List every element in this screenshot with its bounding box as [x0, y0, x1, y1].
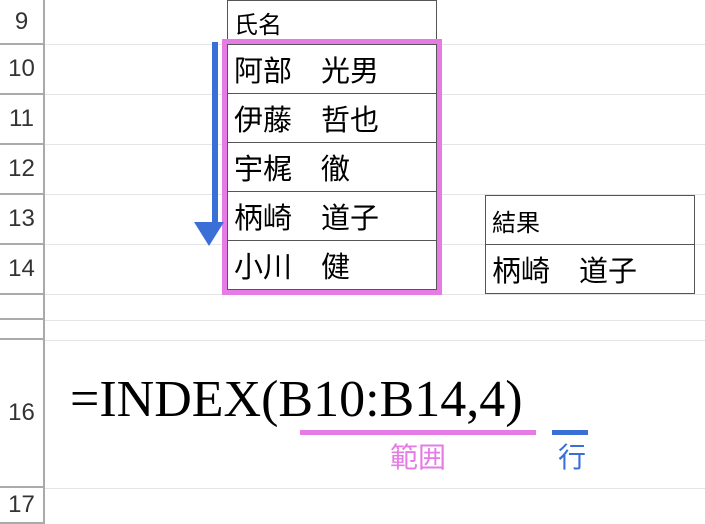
- cell-text: 阿部 光男: [234, 48, 379, 90]
- formula-content: =INDEX(B10:B14,4): [70, 371, 523, 428]
- row-num: 10: [8, 55, 35, 83]
- row-num: 12: [8, 155, 35, 183]
- cell-name-3[interactable]: 柄崎 道子: [227, 191, 437, 241]
- row-num: 11: [9, 105, 34, 133]
- cell-result-label[interactable]: 結果: [485, 195, 695, 245]
- cell-text: 小川 健: [234, 244, 350, 286]
- row-header-16[interactable]: 16: [0, 340, 45, 488]
- range-underline: [300, 430, 536, 435]
- cell-name-0[interactable]: 阿部 光男: [227, 44, 437, 94]
- result-label: 結果: [492, 203, 540, 238]
- range-label: 範囲: [390, 436, 446, 476]
- cell-text: 宇梶 徹: [234, 146, 350, 188]
- row-header-trunc[interactable]: [0, 295, 45, 320]
- row-num: 14: [8, 255, 35, 283]
- row-num: 16: [8, 399, 35, 427]
- cell-text: 柄崎 道子: [234, 195, 379, 237]
- cell-text: 伊藤 哲也: [234, 97, 379, 139]
- row-header-9[interactable]: 9: [0, 0, 45, 45]
- row-num: 9: [15, 8, 28, 36]
- header-label: 氏名: [234, 5, 282, 40]
- row-header-12[interactable]: 12: [0, 145, 45, 195]
- row-header-14[interactable]: 14: [0, 245, 45, 295]
- row-underline: [552, 430, 588, 435]
- cell-name-1[interactable]: 伊藤 哲也: [227, 93, 437, 143]
- cell-name-4[interactable]: 小川 健: [227, 240, 437, 290]
- row-header-17[interactable]: 17: [0, 488, 45, 524]
- formula-text[interactable]: =INDEX(B10:B14,4): [70, 370, 523, 429]
- cell-name-2[interactable]: 宇梶 徹: [227, 142, 437, 192]
- cell-result-value[interactable]: 柄崎 道子: [485, 244, 695, 294]
- row-label: 行: [558, 436, 586, 476]
- row-header-11[interactable]: 11: [0, 95, 45, 145]
- row-num: 13: [8, 205, 35, 233]
- row-header-trunc2[interactable]: [0, 320, 45, 340]
- row-num: 17: [8, 491, 35, 519]
- result-value: 柄崎 道子: [492, 248, 637, 290]
- row-header-10[interactable]: 10: [0, 45, 45, 95]
- row-header-13[interactable]: 13: [0, 195, 45, 245]
- cell-header-name[interactable]: 氏名: [227, 0, 437, 45]
